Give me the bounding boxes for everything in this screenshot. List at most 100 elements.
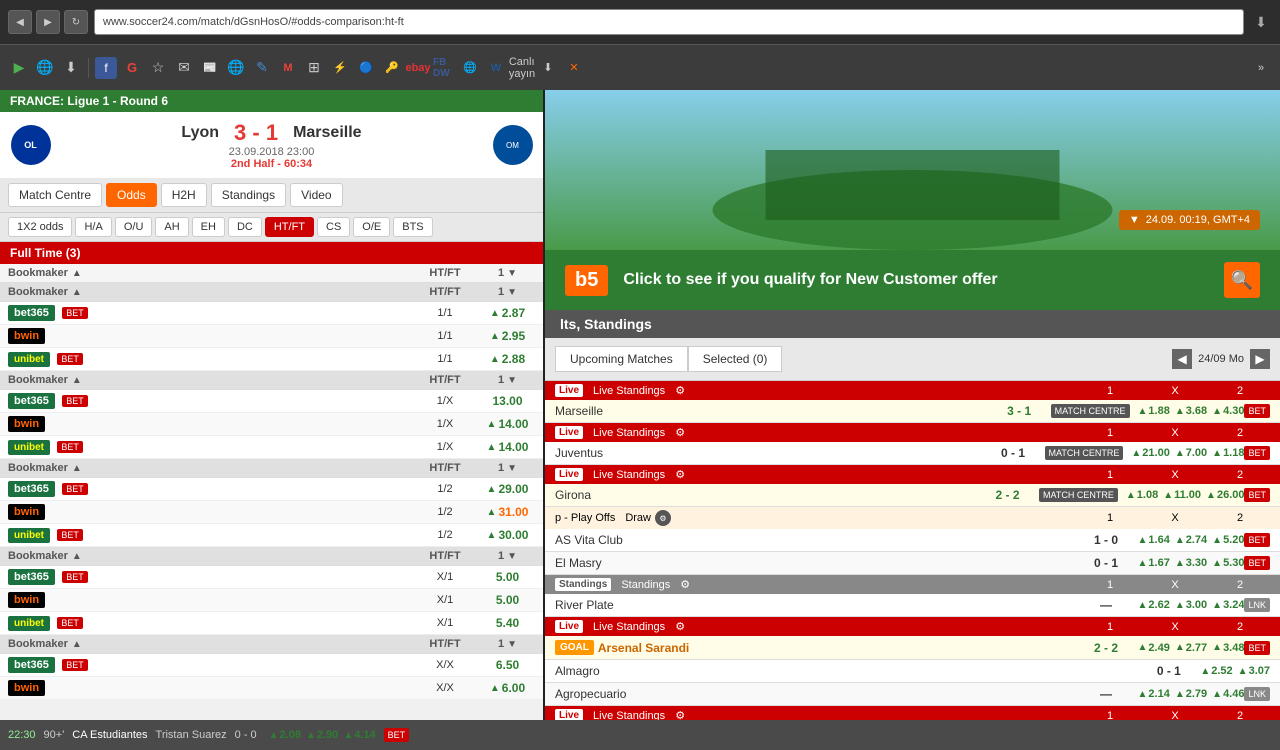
forward-button[interactable]: ▶ [36, 10, 60, 34]
bet-btn-4-3[interactable]: BET [57, 617, 83, 629]
download-button[interactable]: ⬇ [1250, 11, 1272, 33]
bet-btn-2-3[interactable]: BET [57, 441, 83, 453]
google-icon[interactable]: G [121, 57, 143, 79]
gmail-icon[interactable]: M [277, 57, 299, 79]
icon-13[interactable]: ⬇ [537, 57, 559, 79]
icon-6[interactable]: ✎ [251, 57, 273, 79]
odds-num-4-1: 5.00 [496, 570, 519, 584]
icon-7[interactable]: ⊞ [303, 57, 325, 79]
tab-match-centre[interactable]: Match Centre [8, 183, 102, 207]
tab-odds[interactable]: Odds [106, 183, 157, 207]
canli-yayin-text[interactable]: Canlı yayın [511, 57, 533, 79]
odds-tab-bts[interactable]: BTS [393, 217, 432, 237]
section-4-sort[interactable]: ▲ [72, 551, 82, 562]
news-icon[interactable]: 📰 [199, 57, 221, 79]
tab-upcoming[interactable]: Upcoming Matches [555, 346, 688, 372]
col-1-2: 2 [1210, 385, 1270, 397]
facebook-icon[interactable]: f [95, 57, 117, 79]
bet-btn-5-1[interactable]: BET [62, 659, 88, 671]
standings-icon-2[interactable]: ⚙ [675, 426, 685, 439]
lnk-agro[interactable]: LNK [1244, 687, 1270, 701]
offer-search-button[interactable]: 🔍 [1224, 262, 1260, 298]
offer-banner[interactable]: b5 Click to see if you qualify for New C… [545, 250, 1280, 310]
standings-icon-3[interactable]: ⚙ [675, 468, 685, 481]
odds-tab-cs[interactable]: CS [317, 217, 350, 237]
more-icons[interactable]: » [1250, 57, 1272, 79]
standings-icon-4[interactable]: ⚙ [675, 620, 685, 633]
tab-standings[interactable]: Standings [211, 183, 286, 207]
odds-tab-ah[interactable]: AH [155, 217, 188, 237]
odds-tab-ha[interactable]: H/A [75, 217, 111, 237]
bet-btn-3-3[interactable]: BET [57, 529, 83, 541]
icon-10[interactable]: 🔑 [381, 57, 403, 79]
odds-tab-ou[interactable]: O/U [115, 217, 153, 237]
icon-5[interactable]: 🌐 [225, 57, 247, 79]
unibet-logo-4: unibet [8, 616, 50, 631]
nav-tabs: Match Centre Odds H2H Standings Video [0, 178, 543, 213]
icon-11[interactable]: 🌐 [459, 57, 481, 79]
lnk-river[interactable]: LNK [1244, 598, 1270, 612]
bookmark-icon-1[interactable]: ☆ [147, 57, 169, 79]
ebay-icon[interactable]: ebay [407, 57, 429, 79]
section-4-dropdown[interactable]: ▼ [507, 551, 517, 562]
section-2-sort[interactable]: ▲ [72, 375, 82, 386]
section-1-dropdown[interactable]: ▼ [507, 287, 517, 298]
bet-link-juventus[interactable]: BET [1244, 446, 1270, 460]
icon-12[interactable]: W [485, 57, 507, 79]
tab-video[interactable]: Video [290, 183, 342, 207]
section-1-sort-icon[interactable]: ▲ [72, 287, 82, 298]
bet-btn-2-1[interactable]: BET [62, 395, 88, 407]
section-5-sort[interactable]: ▲ [72, 639, 82, 650]
odds-tab-oe[interactable]: O/E [353, 217, 390, 237]
bet-link-marseille[interactable]: BET [1244, 404, 1270, 418]
section-5-dropdown[interactable]: ▼ [507, 639, 517, 650]
section-3-sort[interactable]: ▲ [72, 463, 82, 474]
icon-8[interactable]: ⚡ [329, 57, 351, 79]
tab-h2h[interactable]: H2H [161, 183, 207, 207]
odds-tab-htft[interactable]: HT/FT [265, 217, 314, 237]
section-3-dropdown[interactable]: ▼ [507, 463, 517, 474]
back-button[interactable]: ◀ [8, 10, 32, 34]
tab-selected[interactable]: Selected (0) [688, 346, 783, 372]
date-nav-next[interactable]: ▶ [1250, 349, 1270, 369]
match-centre-btn-juventus[interactable]: MATCH CENTRE [1045, 446, 1124, 460]
toolbar-icon-1[interactable]: ▶ [8, 57, 30, 79]
odds-val-5-1: 6.50 [480, 658, 535, 672]
bet-link-vita[interactable]: BET [1244, 533, 1270, 547]
fb-dw-icon[interactable]: FB DW [433, 57, 455, 79]
standings-icon-1[interactable]: ⚙ [675, 384, 685, 397]
odds-tab-dc[interactable]: DC [228, 217, 262, 237]
bet-btn-1-1[interactable]: BET [62, 307, 88, 319]
bet-link-arsenal[interactable]: BET [1244, 641, 1270, 655]
bottom-bet-link[interactable]: BET [384, 728, 410, 742]
toolbar-icon-2[interactable]: 🌐 [34, 57, 56, 79]
odds-tab-1x2[interactable]: 1X2 odds [8, 217, 72, 237]
match-centre-btn-girona[interactable]: MATCH CENTRE [1039, 488, 1118, 502]
odds-tab-eh[interactable]: EH [192, 217, 225, 237]
bet-btn-3-1[interactable]: BET [62, 483, 88, 495]
address-bar[interactable]: www.soccer24.com/match/dGsnHosO/#odds-co… [94, 9, 1244, 35]
bet-link-girona[interactable]: BET [1244, 488, 1270, 502]
toolbar-icon-3[interactable]: ⬇ [60, 57, 82, 79]
odds-num-3-2: 31.00 [498, 505, 528, 519]
email-icon[interactable]: ✉ [173, 57, 195, 79]
match-status: 2nd Half - 60:34 [53, 158, 490, 170]
icon-14[interactable]: ✕ [563, 57, 585, 79]
dropdown-arrow[interactable]: ▼ [507, 268, 517, 279]
standings-icon-5[interactable]: ⚙ [675, 709, 685, 720]
bet-btn-1-3[interactable]: BET [57, 353, 83, 365]
standings-gear[interactable]: ⚙ [680, 578, 690, 591]
icon-9[interactable]: 🔵 [355, 57, 377, 79]
sort-icon[interactable]: ▲ [72, 268, 82, 279]
date-nav-prev[interactable]: ◀ [1172, 349, 1192, 369]
bet-link-masry[interactable]: BET [1244, 556, 1270, 570]
browser-top-bar: ◀ ▶ ↻ www.soccer24.com/match/dGsnHosO/#o… [0, 0, 1280, 45]
section-3-header: Bookmaker ▲ HT/FT 1 ▼ [0, 459, 543, 478]
reload-button[interactable]: ↻ [64, 10, 88, 34]
match-centre-btn-marseille[interactable]: MATCH CENTRE [1051, 404, 1130, 418]
match-odds-vita: ▲1.64 ▲2.74 ▲5.20 [1138, 534, 1245, 546]
bet-btn-4-1[interactable]: BET [62, 571, 88, 583]
left-panel: FRANCE: Ligue 1 - Round 6 OL Lyon 3 - 1 … [0, 90, 545, 720]
section-2-dropdown[interactable]: ▼ [507, 375, 517, 386]
odd-2-masry: ▲5.30 [1212, 557, 1244, 569]
